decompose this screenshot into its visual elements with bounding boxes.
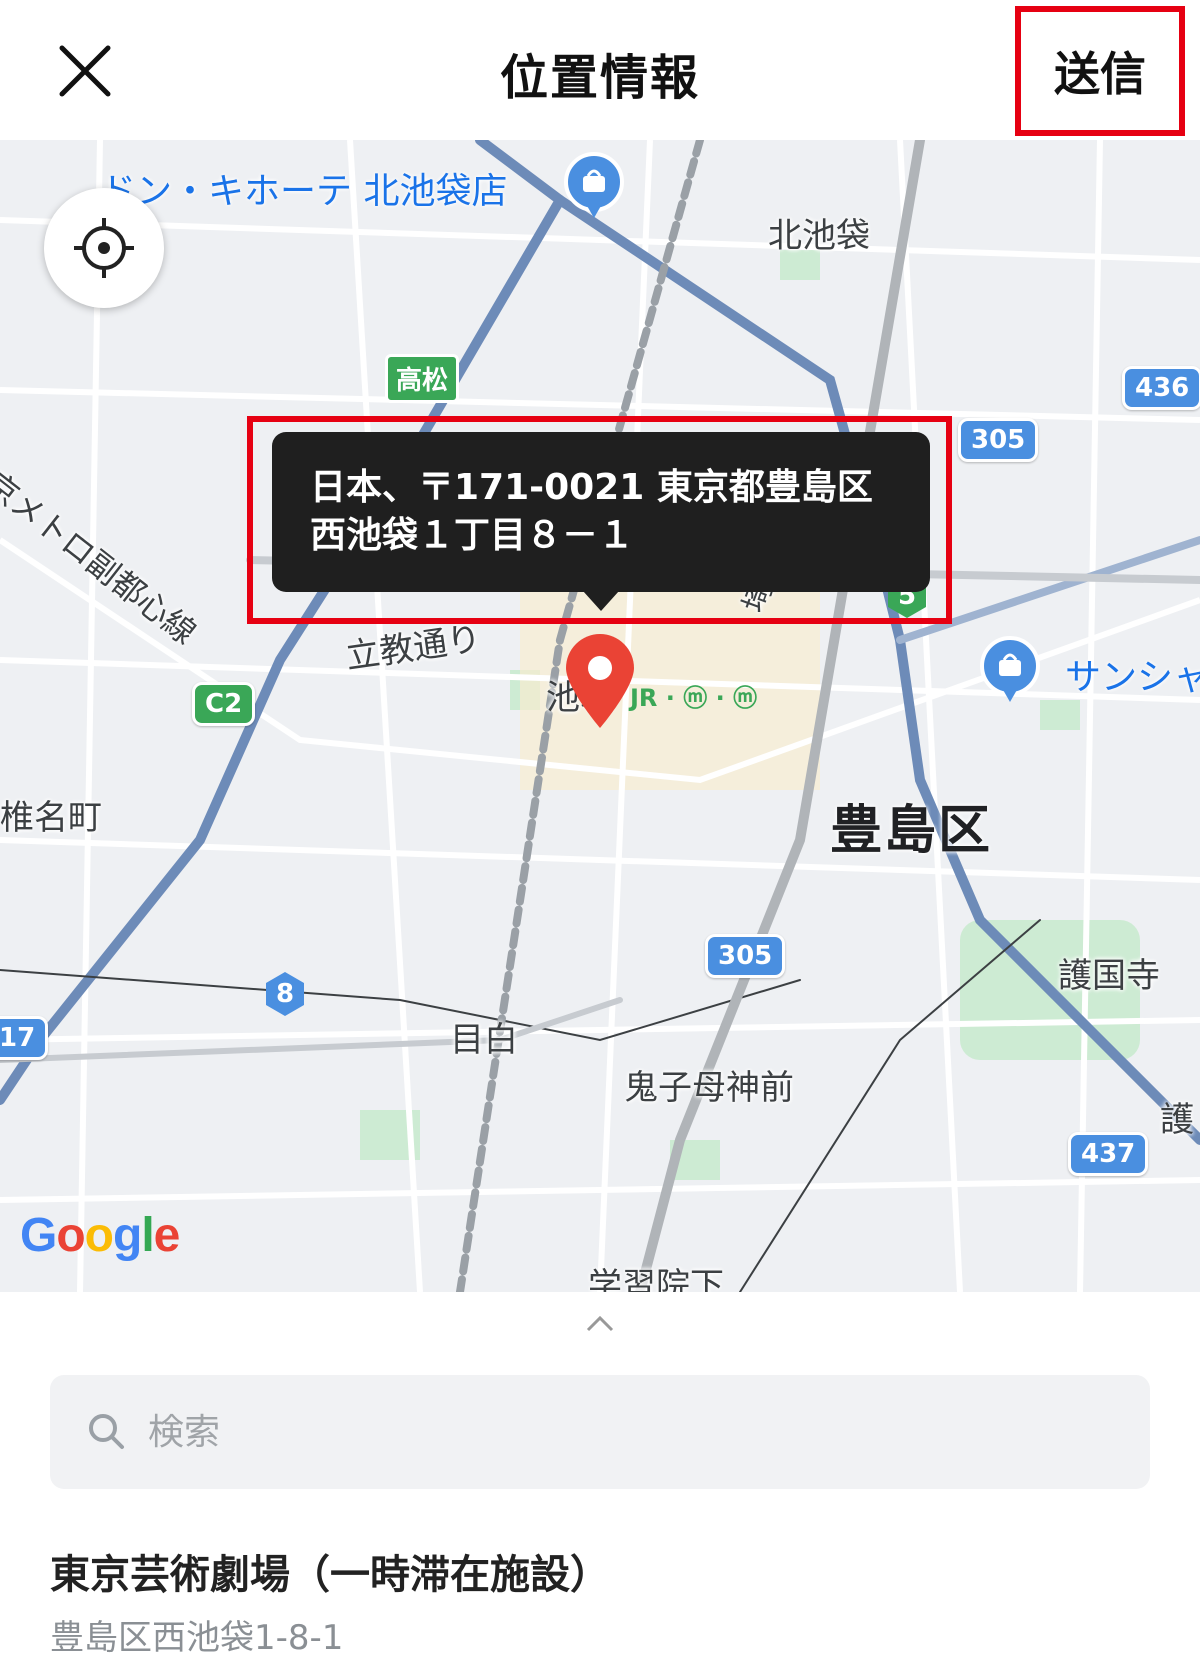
map-label-go: 護 (1160, 1100, 1194, 1140)
map-label-shiinamachi[interactable]: 椎名町 (0, 790, 102, 839)
map-label-sunshine[interactable]: サンシャ (1065, 648, 1200, 700)
crosshair-icon (74, 218, 134, 278)
tooltip-line-1: 日本、〒171-0021 東京都豊島区 (310, 467, 873, 508)
address-tooltip[interactable]: 日本、〒171-0021 東京都豊島区 西池袋１丁目８－１ (272, 432, 930, 592)
map-label-gakushuinshita: 学習院下 (588, 1266, 724, 1292)
result-name: 東京芸術劇場（一時滞在施設） (50, 1552, 610, 1598)
top-bar: 位置情報 送信 (0, 0, 1200, 140)
search-icon (89, 1414, 124, 1449)
search-input[interactable] (146, 1401, 1050, 1463)
map-label-donki[interactable]: ドン・キホーテ 北池袋店 (100, 162, 507, 214)
route-shield-17: 17 (0, 1016, 49, 1060)
route-shield-305-north: 305 (958, 418, 1039, 462)
tooltip-line-2: 西池袋１丁目８－１ (310, 515, 635, 556)
shopping-pin-icon[interactable] (562, 152, 626, 228)
result-address: 豊島区西池袋1-8-1 (50, 1618, 344, 1658)
chevron-up-icon[interactable] (584, 1314, 616, 1334)
map-label-kishimojinmae[interactable]: 鬼子母神前 (624, 1060, 794, 1109)
list-item[interactable]: 東京芸術劇場（一時滞在施設） 豊島区西池袋1-8-1 (50, 1542, 1150, 1659)
search-box[interactable] (50, 1375, 1150, 1489)
map-label-mejiro[interactable]: 目白 (450, 1012, 518, 1061)
bottom-sheet: 東京芸術劇場（一時滞在施設） 豊島区西池袋1-8-1 (0, 1292, 1200, 1665)
map-label-gokokuji[interactable]: 護国寺 (1058, 948, 1160, 997)
map-view[interactable]: ドン・キホーテ 北池袋店 北池袋 高松 東京メトロ副都心線 436 305 5 … (0, 140, 1200, 1292)
current-location-button[interactable] (44, 188, 164, 308)
jr-icon: JR · ⓜ · ⓜ (630, 684, 758, 712)
google-logo: Google (20, 1209, 180, 1262)
route-shield-c2: C2 (192, 682, 256, 726)
route-shield-305-south: 305 (705, 934, 786, 978)
location-pin-icon[interactable] (562, 632, 638, 732)
shopping-pin-icon-sunshine[interactable] (978, 636, 1042, 712)
route-shield-436: 436 (1122, 366, 1200, 410)
map-label-toshima-ku: 豊島区 (830, 801, 993, 861)
tooltip-tail (583, 591, 619, 611)
map-label-kitaikebukuro[interactable]: 北池袋 (768, 208, 870, 257)
send-button[interactable]: 送信 (1015, 6, 1185, 136)
route-shield-437: 437 (1068, 1132, 1149, 1176)
map-label-takamatsu: 高松 (385, 354, 460, 403)
